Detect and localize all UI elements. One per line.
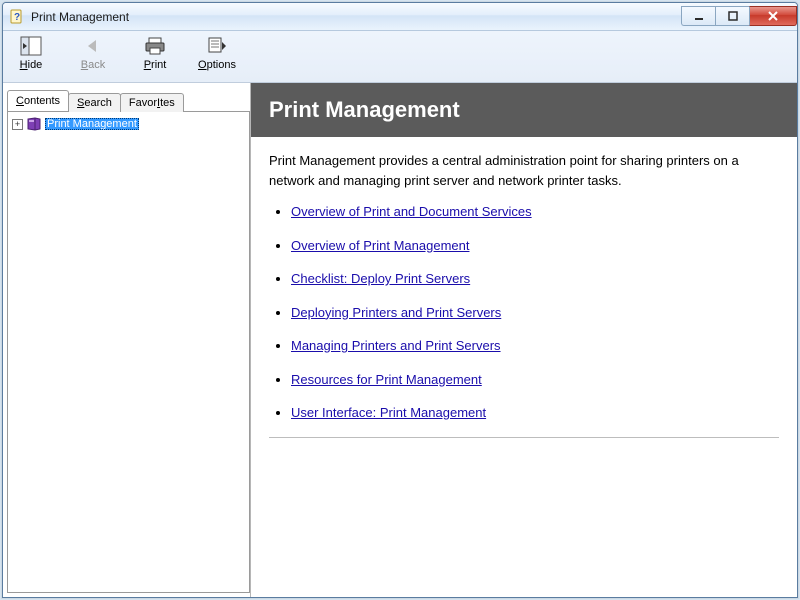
- separator: [269, 437, 779, 438]
- print-button-label: Print: [144, 59, 167, 71]
- tab-favorites[interactable]: FavorItes: [120, 93, 184, 112]
- options-button[interactable]: Options: [195, 35, 239, 71]
- tree-root-row[interactable]: + Print Management: [12, 116, 245, 132]
- back-button-label: Back: [81, 59, 105, 71]
- svg-text:?: ?: [14, 12, 20, 23]
- tab-contents[interactable]: Contents: [7, 90, 69, 111]
- hide-nav-icon: [19, 35, 43, 57]
- back-button: Back: [71, 35, 115, 71]
- window-controls: [681, 6, 797, 26]
- contents-tree[interactable]: + Print Management: [7, 111, 250, 593]
- hide-button[interactable]: Hide: [9, 35, 53, 71]
- list-item: Deploying Printers and Print Servers: [291, 303, 779, 323]
- options-button-label: Options: [198, 59, 236, 71]
- page-title: Print Management: [251, 83, 797, 137]
- content-body: Print Management provides a central admi…: [251, 137, 797, 452]
- close-button[interactable]: [749, 6, 797, 26]
- navigation-pane: Contents Search FavorItes + Print Manage…: [3, 83, 251, 597]
- help-window: ? Print Management: [2, 2, 798, 598]
- expand-toggle-icon[interactable]: +: [12, 119, 23, 130]
- maximize-button[interactable]: [715, 6, 749, 26]
- list-item: Resources for Print Management: [291, 370, 779, 390]
- topic-link[interactable]: Deploying Printers and Print Servers: [291, 305, 501, 320]
- topic-link[interactable]: Checklist: Deploy Print Servers: [291, 271, 470, 286]
- tab-search[interactable]: Search: [68, 93, 121, 112]
- options-icon: [205, 35, 229, 57]
- minimize-button[interactable]: [681, 6, 715, 26]
- tree-root-label[interactable]: Print Management: [45, 118, 139, 130]
- topic-link[interactable]: User Interface: Print Management: [291, 405, 486, 420]
- content-pane[interactable]: Print Management Print Management provid…: [251, 83, 797, 597]
- body-area: Contents Search FavorItes + Print Manage…: [3, 83, 797, 597]
- list-item: Overview of Print Management: [291, 236, 779, 256]
- back-arrow-icon: [81, 35, 105, 57]
- topic-link[interactable]: Overview of Print Management: [291, 238, 469, 253]
- topic-link-list: Overview of Print and Document Services …: [269, 202, 779, 423]
- titlebar[interactable]: ? Print Management: [3, 3, 797, 31]
- topic-link[interactable]: Resources for Print Management: [291, 372, 482, 387]
- list-item: Overview of Print and Document Services: [291, 202, 779, 222]
- hide-button-label: Hide: [20, 59, 43, 71]
- topic-link[interactable]: Managing Printers and Print Servers: [291, 338, 501, 353]
- topic-link[interactable]: Overview of Print and Document Services: [291, 204, 532, 219]
- window-title: Print Management: [31, 10, 129, 24]
- toolbar: Hide Back Print: [3, 31, 797, 83]
- print-button[interactable]: Print: [133, 35, 177, 71]
- nav-tabs: Contents Search FavorItes: [7, 87, 250, 111]
- printer-icon: [143, 35, 167, 57]
- list-item: Checklist: Deploy Print Servers: [291, 269, 779, 289]
- list-item: User Interface: Print Management: [291, 403, 779, 423]
- list-item: Managing Printers and Print Servers: [291, 336, 779, 356]
- intro-paragraph: Print Management provides a central admi…: [269, 151, 779, 190]
- help-app-icon: ?: [9, 9, 25, 25]
- closed-book-icon: [26, 117, 42, 131]
